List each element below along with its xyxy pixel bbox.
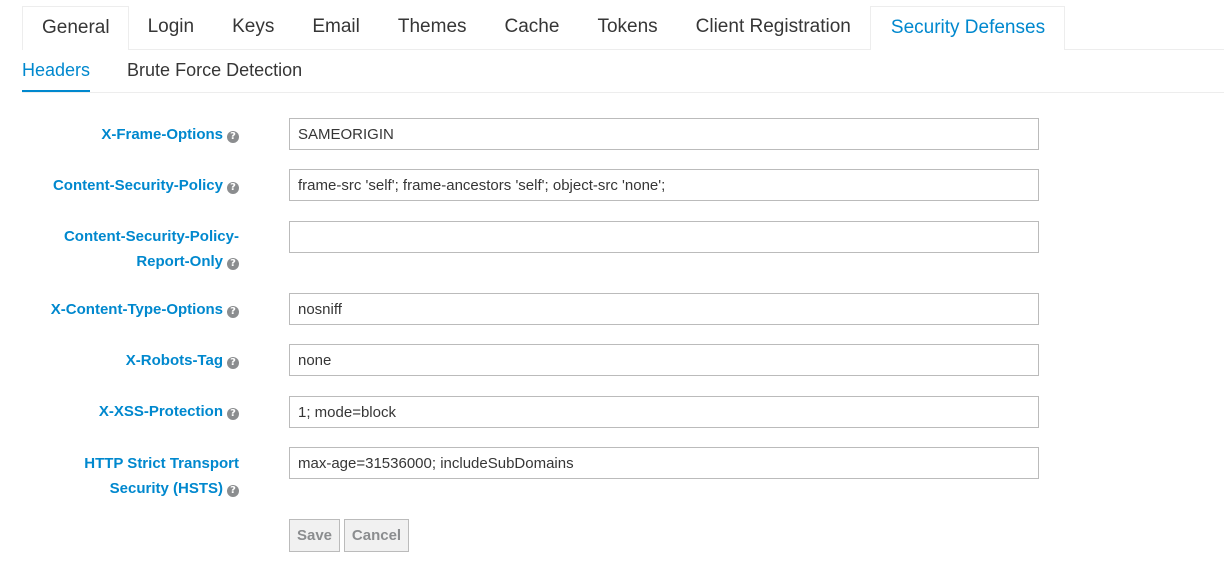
cancel-button[interactable]: Cancel: [344, 519, 409, 552]
tab-security-defenses[interactable]: Security Defenses: [869, 6, 1066, 50]
hsts-input[interactable]: [289, 447, 1039, 479]
help-icon[interactable]: ?: [227, 306, 239, 318]
content-security-policy-label: Content-Security-Policy?: [9, 173, 239, 198]
x-xss-protection-label: X-XSS-Protection?: [9, 399, 239, 424]
tab-cache[interactable]: Cache: [486, 6, 579, 48]
tab-themes[interactable]: Themes: [379, 6, 486, 48]
x-robots-tag-input[interactable]: [289, 344, 1039, 376]
tab-general[interactable]: General: [22, 6, 129, 50]
hsts-label-line2: Security (HSTS): [109, 480, 223, 497]
tab-login[interactable]: Login: [129, 6, 215, 48]
save-button[interactable]: Save: [289, 519, 340, 552]
x-xss-protection-label-text: X-XSS-Protection: [98, 403, 223, 420]
x-content-type-options-label: X-Content-Type-Options?: [9, 297, 239, 322]
csp-report-only-label-line2: Report-Only: [136, 253, 223, 270]
csp-report-only-label: Content-Security-Policy- Report-Only?: [9, 224, 239, 274]
help-icon[interactable]: ?: [227, 408, 239, 420]
content-security-policy-input[interactable]: [289, 169, 1039, 201]
hsts-label: HTTP Strict Transport Security (HSTS)?: [9, 451, 239, 501]
x-frame-options-input[interactable]: [289, 118, 1039, 150]
csp-report-only-label-line1: Content-Security-Policy-: [63, 228, 239, 245]
tab-tokens[interactable]: Tokens: [578, 6, 676, 48]
x-robots-tag-label: X-Robots-Tag?: [9, 348, 239, 373]
x-content-type-options-input[interactable]: [289, 293, 1039, 325]
help-icon[interactable]: ?: [227, 258, 239, 270]
tab-email[interactable]: Email: [293, 6, 379, 48]
x-content-type-options-label-text: X-Content-Type-Options: [50, 301, 223, 318]
subtab-headers[interactable]: Headers: [22, 49, 91, 92]
realm-settings-tabs: General Login Keys Email Themes Cache To…: [22, 6, 1224, 50]
subtab-brute-force-detection[interactable]: Brute Force Detection: [127, 49, 302, 92]
help-icon[interactable]: ?: [227, 182, 239, 194]
hsts-label-line1: HTTP Strict Transport: [84, 455, 239, 472]
x-robots-tag-label-text: X-Robots-Tag: [125, 352, 223, 369]
security-defenses-subtabs: Headers Brute Force Detection: [22, 49, 1224, 93]
tab-keys[interactable]: Keys: [214, 6, 293, 48]
help-icon[interactable]: ?: [227, 485, 239, 497]
help-icon[interactable]: ?: [227, 131, 239, 143]
help-icon[interactable]: ?: [227, 357, 239, 369]
content-security-policy-label-text: Content-Security-Policy: [52, 177, 223, 194]
x-frame-options-label-text: X-Frame-Options: [101, 126, 223, 143]
x-xss-protection-input[interactable]: [289, 396, 1039, 428]
x-frame-options-label: X-Frame-Options?: [9, 122, 239, 147]
csp-report-only-input[interactable]: [289, 221, 1039, 253]
tab-client-registration[interactable]: Client Registration: [677, 6, 870, 48]
